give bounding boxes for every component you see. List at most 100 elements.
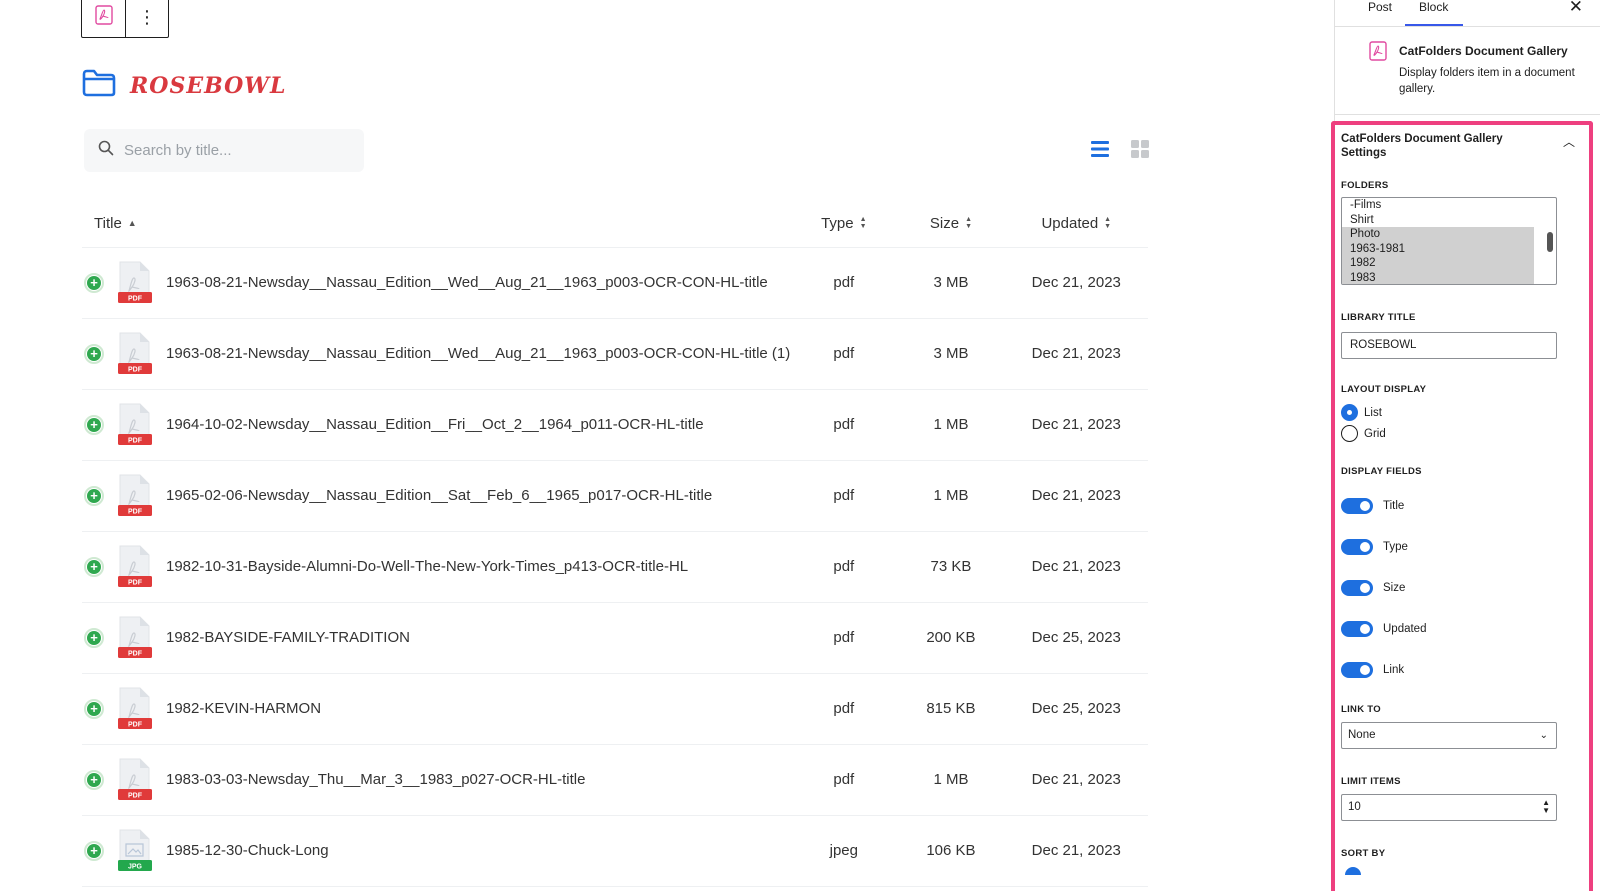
file-type: pdf [790,673,898,745]
table-row[interactable]: + PDF 1982-KEVIN-HARMON pdf 815 KB Dec 2… [82,673,1148,745]
header-updated[interactable]: Updated ▲ ▼ [1004,200,1148,248]
more-options-button[interactable]: ⋮ [125,0,168,37]
folders-multiselect[interactable]: -Films Shirt Photo 1963-1981 1982 1983 [1341,197,1557,285]
chevron-down-icon: ⌄ [1539,730,1548,741]
chevron-up-icon[interactable]: ︿ [1563,133,1575,150]
number-stepper-icon[interactable]: ▲ ▼ [1542,799,1550,815]
toggle-title-field[interactable]: Title [1341,498,1404,514]
table-row[interactable]: + PDF 1982-10-31-Bayside-Alumni-Do-Well-… [82,531,1148,603]
file-updated: Dec 21, 2023 [1004,389,1148,461]
add-item-button[interactable]: + [84,272,104,293]
add-item-button[interactable]: + [84,627,104,648]
add-item-button[interactable]: + [84,698,104,719]
table-row[interactable]: + PDF 1963-08-21-Newsday__Nassau_Edition… [82,247,1148,319]
file-updated: Dec 21, 2023 [1004,531,1148,603]
file-size: 3 MB [897,247,1005,319]
toggle-switch[interactable] [1341,621,1373,637]
plus-icon: + [87,488,101,503]
add-item-button[interactable]: + [84,840,104,861]
table-row[interactable]: + PDF 1983-03-03-Newsday_Thu__Mar_3__198… [82,744,1148,816]
pdf-file-icon: PDF [116,687,152,731]
toggle-switch[interactable] [1341,580,1373,596]
library-title-label: LIBRARY TITLE [1341,312,1416,323]
pdf-file-icon: PDF [116,474,152,518]
file-type: pdf [790,318,898,390]
add-item-button[interactable]: + [84,769,104,790]
table-row[interactable]: + PDF 1982-BAYSIDE-FAMILY-TRADITION pdf … [82,602,1148,674]
tab-block[interactable]: Block [1419,0,1448,14]
file-size: 73 KB [897,531,1005,603]
add-item-button[interactable]: + [84,485,104,506]
layout-list-option[interactable]: List [1341,404,1382,421]
toggle-updated-field[interactable]: Updated [1341,621,1426,637]
block-type-button[interactable] [82,0,125,37]
plus-icon: + [87,346,101,361]
tab-post[interactable]: Post [1368,0,1392,14]
link-to-label: LINK TO [1341,704,1381,715]
add-item-button[interactable]: + [84,343,104,364]
toggle-size-field[interactable]: Size [1341,580,1405,596]
settings-panel-heading[interactable]: CatFolders Document Gallery Settings [1341,132,1541,160]
folder-option[interactable]: 1982 [1342,256,1534,271]
toggle-switch[interactable] [1341,498,1373,514]
file-name[interactable]: 1982-BAYSIDE-FAMILY-TRADITION [166,629,410,646]
folder-option[interactable]: Shirt [1342,213,1556,228]
library-title-input[interactable]: ROSEBOWL [1341,332,1557,359]
folder-option[interactable]: -Films [1342,198,1556,213]
sort-radio-partial[interactable] [1345,867,1361,875]
search-icon [98,140,114,161]
documents-table: Title ▲ Type ▲ ▼ Size ▲ ▼ Updated ▲ ▼ + … [82,200,1148,887]
header-type[interactable]: Type ▲ ▼ [790,200,898,248]
folder-option[interactable]: Photo [1342,227,1534,242]
pdf-file-icon: PDF [116,616,152,660]
svg-text:PDF: PDF [128,650,143,657]
toggle-type-field[interactable]: Type [1341,539,1408,555]
header-size[interactable]: Size ▲ ▼ [897,200,1005,248]
svg-text:PDF: PDF [128,579,143,586]
grid-view-button[interactable] [1128,139,1152,163]
pdf-block-icon [1368,41,1388,66]
table-row[interactable]: + PDF 1965-02-06-Newsday__Nassau_Edition… [82,460,1148,532]
folder-option[interactable]: 1983 [1342,270,1534,284]
limit-items-input[interactable]: 10 ▲ ▼ [1341,794,1557,821]
table-row[interactable]: + JPG 1985-12-30-Chuck-Long jpeg 106 KB … [82,815,1148,887]
add-item-button[interactable]: + [84,556,104,577]
file-name[interactable]: 1983-03-03-Newsday_Thu__Mar_3__1983_p027… [166,771,585,788]
radio-checked[interactable] [1341,404,1358,421]
add-item-button[interactable]: + [84,414,104,435]
toggle-switch[interactable] [1341,662,1373,678]
folder-option[interactable]: 1963-1981 [1342,241,1534,256]
file-name[interactable]: 1963-08-21-Newsday__Nassau_Edition__Wed_… [166,345,790,362]
file-size: 1 MB [897,389,1005,461]
file-name[interactable]: 1982-KEVIN-HARMON [166,700,321,717]
file-name[interactable]: 1965-02-06-Newsday__Nassau_Edition__Sat_… [166,487,712,504]
table-row[interactable]: + PDF 1964-10-02-Newsday__Nassau_Edition… [82,389,1148,461]
close-sidebar-icon[interactable]: ✕ [1569,0,1583,17]
table-header-row: Title ▲ Type ▲ ▼ Size ▲ ▼ Updated ▲ ▼ [82,200,1148,248]
file-type: pdf [790,602,898,674]
link-to-select[interactable]: None ⌄ [1341,722,1557,749]
file-name[interactable]: 1982-10-31-Bayside-Alumni-Do-Well-The-Ne… [166,558,688,575]
file-updated: Dec 21, 2023 [1004,744,1148,816]
svg-text:PDF: PDF [128,508,143,515]
library-title: ROSEBOWL [130,72,287,99]
toggle-switch[interactable] [1341,539,1373,555]
file-name[interactable]: 1963-08-21-Newsday__Nassau_Edition__Wed_… [166,274,768,291]
search-input[interactable] [124,142,344,159]
plus-icon: + [87,701,101,716]
layout-grid-option[interactable]: Grid [1341,425,1386,442]
image-file-icon: JPG [116,829,152,873]
radio-unchecked[interactable] [1341,425,1358,442]
table-row[interactable]: + PDF 1963-08-21-Newsday__Nassau_Edition… [82,318,1148,390]
settings-sidebar: Post Block ✕ CatFolders Document Gallery… [1331,0,1600,891]
header-title[interactable]: Title ▲ [82,200,791,248]
file-updated: Dec 21, 2023 [1004,460,1148,532]
file-name[interactable]: 1964-10-02-Newsday__Nassau_Edition__Fri_… [166,416,704,433]
search-box[interactable] [84,129,364,172]
list-view-button[interactable] [1088,139,1112,163]
plus-icon: + [87,772,101,787]
file-name[interactable]: 1985-12-30-Chuck-Long [166,842,329,859]
display-fields-label: DISPLAY FIELDS [1341,466,1422,477]
toggle-link-field[interactable]: Link [1341,662,1404,678]
folders-scrollbar[interactable] [1547,232,1553,252]
